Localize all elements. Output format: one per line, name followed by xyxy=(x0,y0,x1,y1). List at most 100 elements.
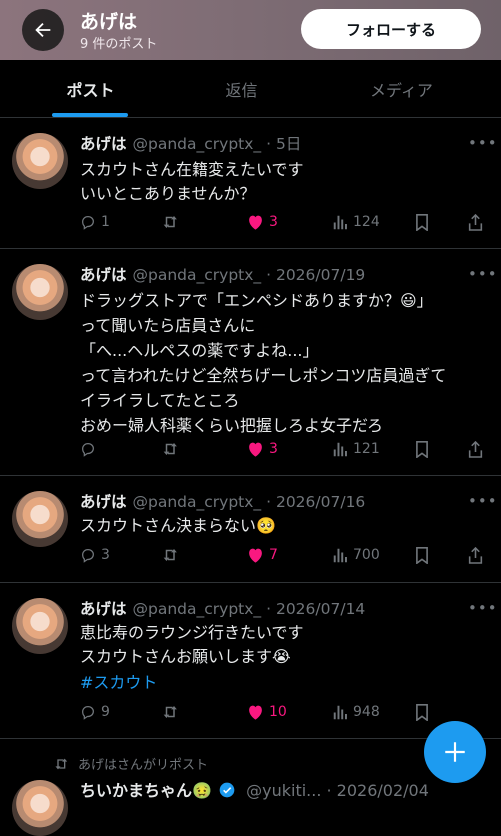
reply-button[interactable]: 1 xyxy=(80,214,110,230)
views-button[interactable]: 121 xyxy=(333,441,380,457)
view-count: 121 xyxy=(353,441,380,457)
post-actions: 3 7 700 xyxy=(0,547,501,569)
back-button[interactable] xyxy=(22,9,64,51)
repost-button[interactable] xyxy=(162,441,180,457)
view-count: 948 xyxy=(353,704,380,720)
post-author[interactable]: あげは xyxy=(80,135,127,153)
share-button[interactable] xyxy=(468,441,483,458)
post-handle-date: @panda_cryptx_ · 2026/07/16 xyxy=(132,493,366,511)
post-text: スカウトさん在籍変えたいです いいとこありませんか？ xyxy=(80,160,304,203)
heart-icon xyxy=(249,548,262,563)
post-actions: 9 10 948 xyxy=(0,704,501,726)
more-icon[interactable]: ••• xyxy=(468,265,498,283)
bookmark-icon xyxy=(416,441,428,458)
repost-icon xyxy=(163,216,177,228)
like-count: 3 xyxy=(269,441,278,457)
reply-button[interactable]: 3 xyxy=(80,547,110,563)
post-actions: 1 3 124 xyxy=(0,214,501,236)
post-handle-date: @yukiti... · 2026/02/04 xyxy=(246,781,429,800)
like-button[interactable]: 3 xyxy=(247,441,278,457)
follow-button[interactable]: フォローする xyxy=(301,9,481,49)
post-handle-date: @panda_cryptx_ · 5日 xyxy=(132,135,302,153)
bookmark-button[interactable] xyxy=(415,441,429,458)
tab-posts[interactable]: ポスト xyxy=(7,60,174,117)
bookmark-button[interactable] xyxy=(415,704,429,721)
like-button[interactable]: 10 xyxy=(247,704,287,720)
tab-replies[interactable]: 返信 xyxy=(158,60,325,117)
reply-icon xyxy=(82,549,94,563)
reply-button[interactable]: 9 xyxy=(80,704,110,720)
post-count: 9 件のポスト xyxy=(80,37,158,52)
more-icon[interactable]: ••• xyxy=(468,492,498,510)
post-author[interactable]: あげは xyxy=(80,600,127,618)
reposted-post-header: ちいかまちゃん🤢 @yukiti... · 2026/02/04 xyxy=(80,777,429,801)
post-handle-date: @panda_cryptx_ · 2026/07/19 xyxy=(132,266,366,284)
view-count: 700 xyxy=(353,547,380,563)
post-text: ドラッグストアで「エンペシドありますか？😃」 って聞いたら店員さんに 「へ...… xyxy=(80,291,447,435)
post-item[interactable]: あげは @panda_cryptx_ · 5日 ••• スカウトさん在籍変えたいで… xyxy=(0,118,501,249)
reply-button[interactable] xyxy=(80,441,96,457)
reply-count: 3 xyxy=(101,547,110,563)
share-icon xyxy=(468,214,483,231)
heart-icon xyxy=(249,705,262,720)
plus-icon xyxy=(445,742,465,762)
like-button[interactable]: 7 xyxy=(247,547,278,563)
post-author[interactable]: ちいかまちゃん🤢 xyxy=(80,781,212,800)
active-tab-indicator xyxy=(52,113,128,117)
post-item[interactable]: あげは @panda_cryptx_ · 2026/07/14 ••• 恵比寿のラ… xyxy=(0,583,501,739)
profile-header: あげは 9 件のポスト フォローする xyxy=(0,0,501,60)
back-arrow-icon xyxy=(35,22,51,38)
share-button[interactable] xyxy=(468,547,483,564)
like-count: 3 xyxy=(269,214,278,230)
views-button[interactable]: 948 xyxy=(333,704,380,720)
post-actions: 3 121 xyxy=(0,441,501,463)
post-item[interactable]: あげは @panda_cryptx_ · 2026/07/16 ••• スカウトさ… xyxy=(0,476,501,583)
share-icon xyxy=(468,547,483,564)
repost-note-text: あげはさんがリポスト xyxy=(78,758,209,773)
views-icon xyxy=(333,548,347,562)
repost-icon xyxy=(163,549,177,561)
share-button[interactable] xyxy=(468,214,483,231)
like-button[interactable]: 3 xyxy=(247,214,278,230)
bookmark-icon xyxy=(416,704,428,721)
reply-icon xyxy=(82,706,94,720)
repost-icon xyxy=(163,706,177,718)
views-icon xyxy=(333,442,347,456)
reply-count: 1 xyxy=(101,214,110,230)
bookmark-icon xyxy=(416,547,428,564)
tab-media[interactable]: メディア xyxy=(318,60,485,117)
repost-button[interactable] xyxy=(162,704,180,720)
post-author[interactable]: あげは xyxy=(80,266,127,284)
avatar[interactable] xyxy=(12,598,68,654)
compose-button[interactable] xyxy=(424,721,486,783)
avatar[interactable] xyxy=(12,780,68,836)
more-icon[interactable]: ••• xyxy=(468,134,498,152)
heart-icon xyxy=(249,442,262,457)
bookmark-button[interactable] xyxy=(415,547,429,564)
avatar[interactable] xyxy=(12,491,68,547)
like-count: 7 xyxy=(269,547,278,563)
views-button[interactable]: 700 xyxy=(333,547,380,563)
repost-indicator: あげはさんがリポスト xyxy=(54,754,208,773)
hashtag-link[interactable]: #スカウト xyxy=(80,669,157,693)
bookmark-button[interactable] xyxy=(415,214,429,231)
more-icon[interactable]: ••• xyxy=(468,599,498,617)
post-item[interactable]: あげは @panda_cryptx_ · 2026/07/19 ••• ドラッグス… xyxy=(0,249,501,476)
views-icon xyxy=(333,215,347,229)
share-icon xyxy=(468,441,483,458)
avatar[interactable] xyxy=(12,264,68,320)
views-button[interactable]: 124 xyxy=(333,214,380,230)
repost-button[interactable] xyxy=(162,547,180,563)
post-text: スカウトさん決まらない🥺 xyxy=(80,516,276,535)
post-text: 恵比寿のラウンジ行きたいです スカウトさんお願いします😭 xyxy=(80,623,304,666)
avatar[interactable] xyxy=(12,133,68,189)
heart-icon xyxy=(249,215,262,230)
post-author[interactable]: あげは xyxy=(80,493,127,511)
like-count: 10 xyxy=(269,704,287,720)
verified-icon xyxy=(219,782,235,798)
repost-icon xyxy=(55,758,68,769)
profile-tabs: ポスト 返信 メディア xyxy=(0,60,501,118)
post-handle-date: @panda_cryptx_ · 2026/07/14 xyxy=(132,600,366,618)
view-count: 124 xyxy=(353,214,380,230)
repost-button[interactable] xyxy=(162,214,180,230)
